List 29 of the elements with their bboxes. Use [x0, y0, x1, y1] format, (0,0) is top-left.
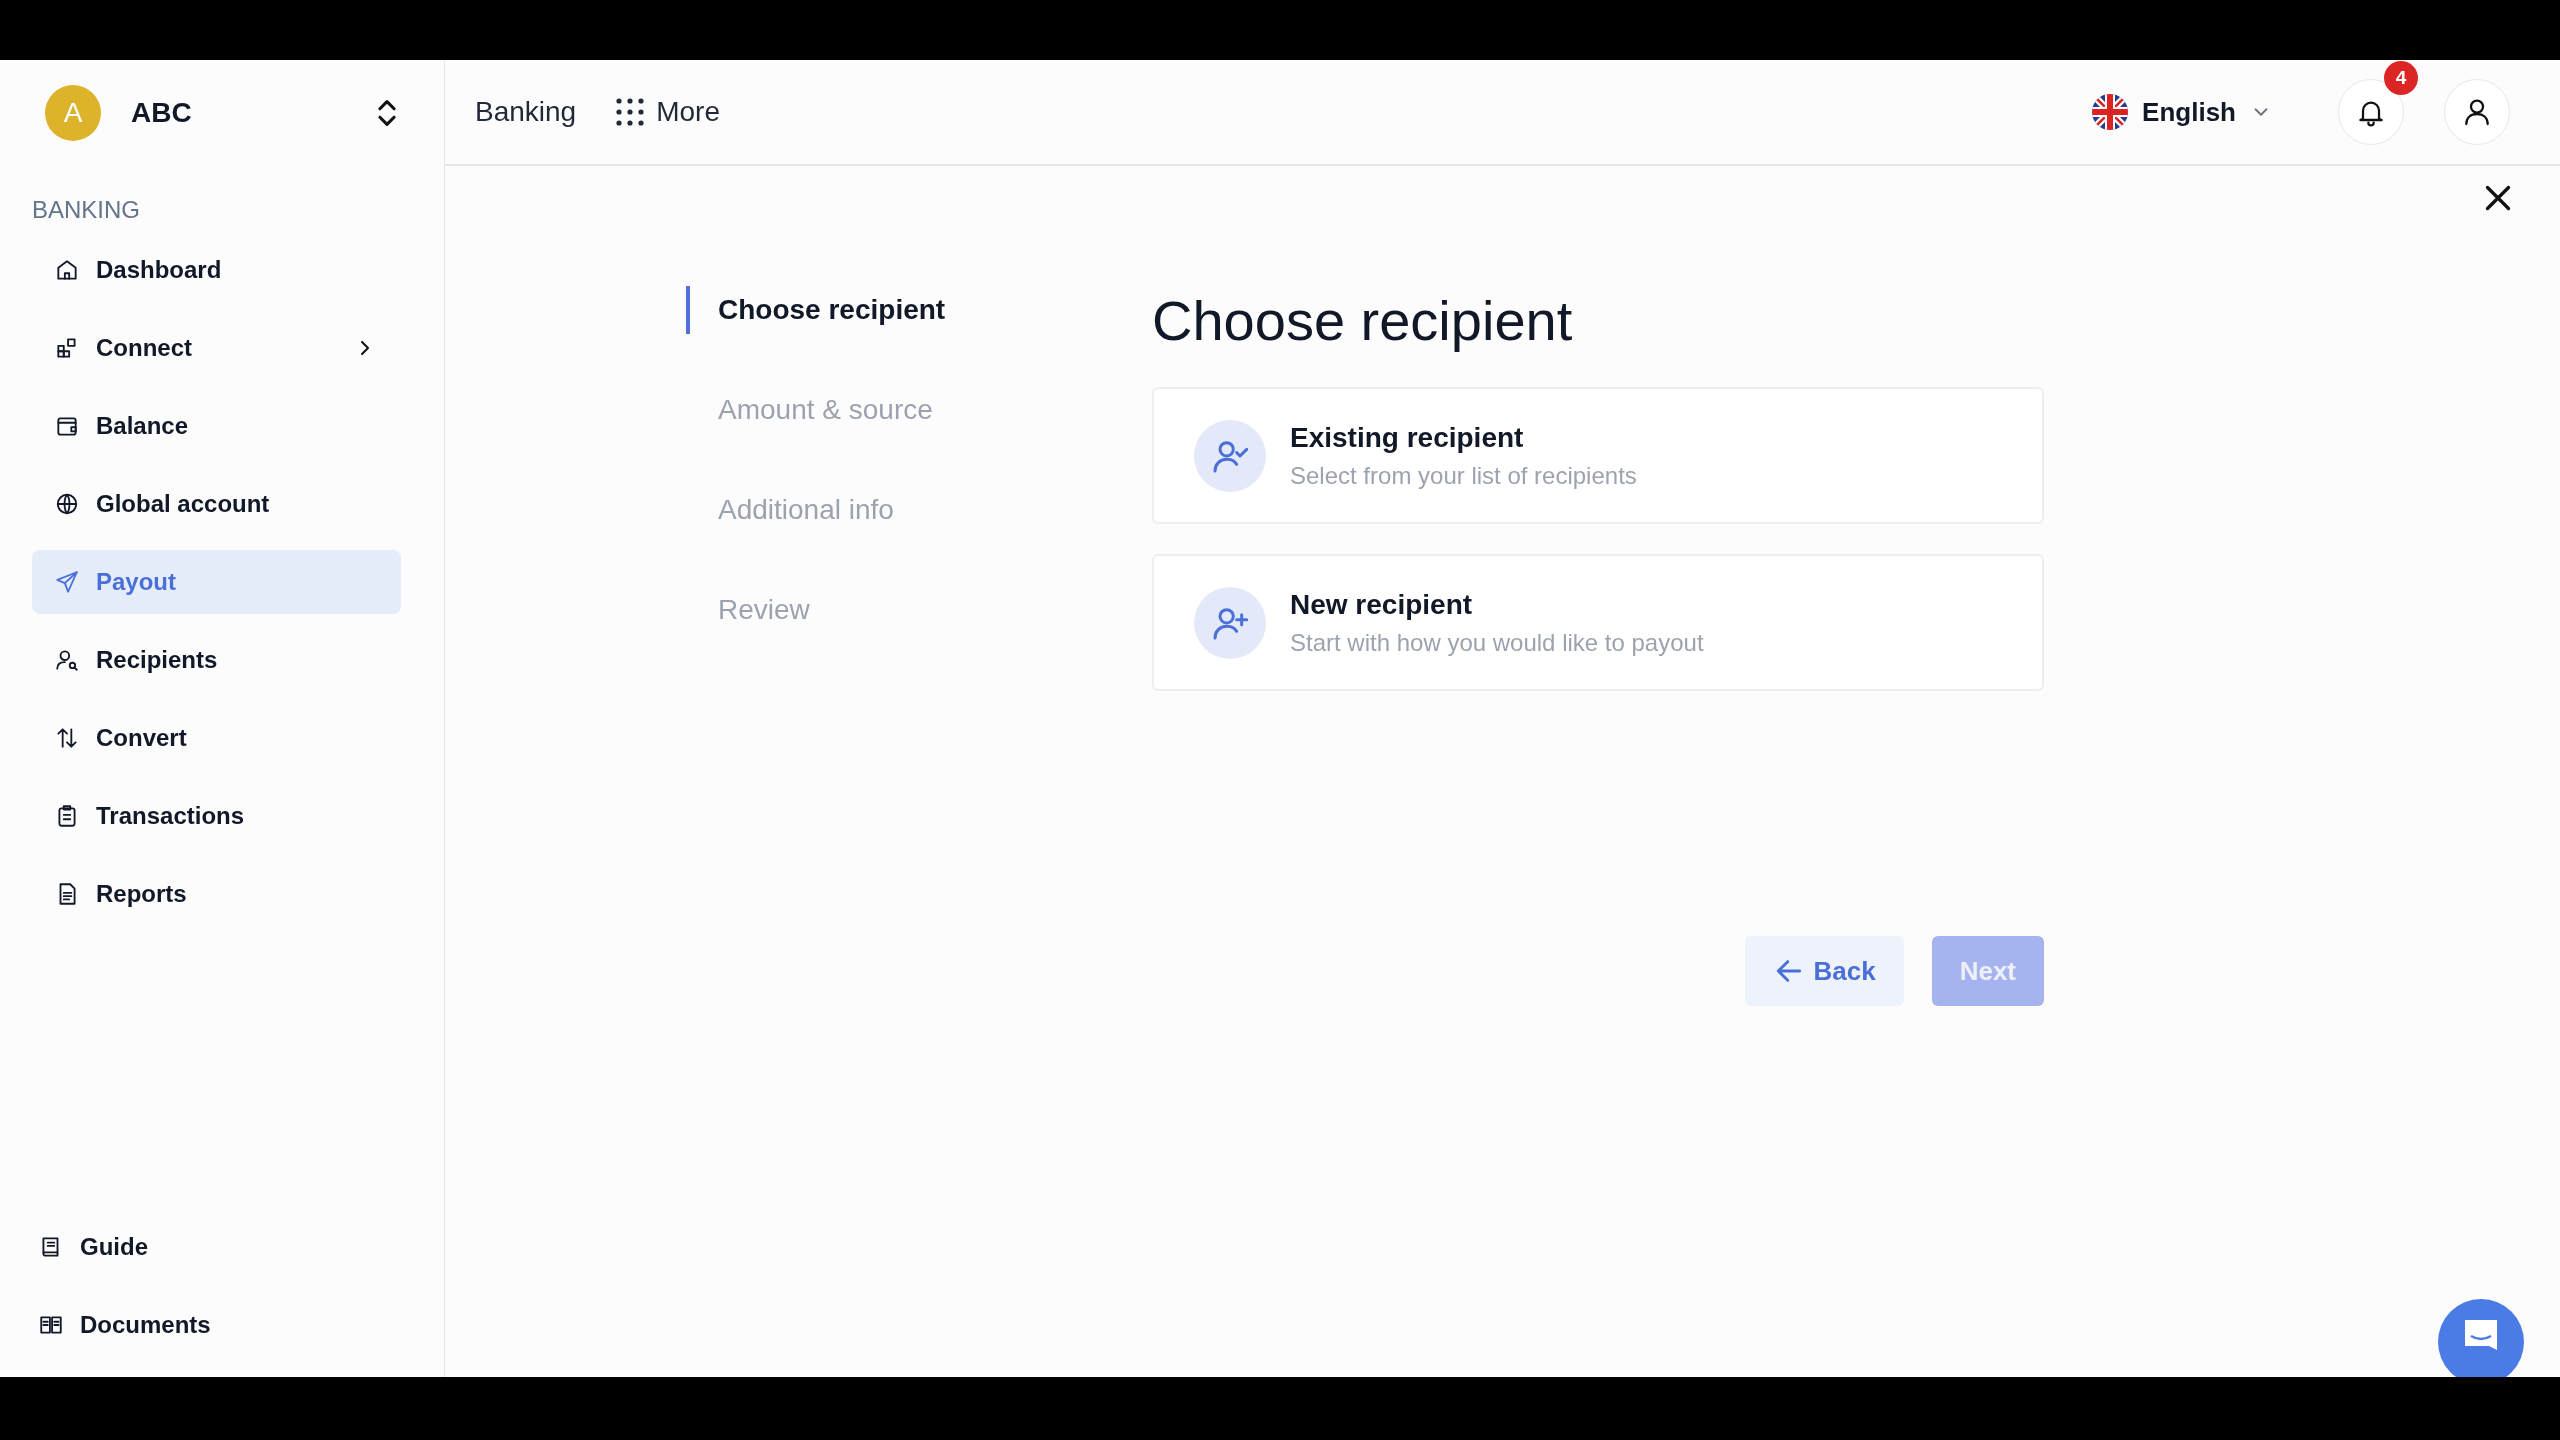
- flag-icon: [2092, 94, 2129, 130]
- sidebar-item[interactable]: Connect: [32, 316, 401, 380]
- sidebar-item[interactable]: Transactions: [32, 784, 401, 848]
- sidebar-item[interactable]: Recipients: [32, 628, 401, 692]
- grid-icon: [616, 98, 645, 126]
- send-icon: [54, 569, 80, 595]
- nav-link[interactable]: Banking: [475, 96, 577, 128]
- nav-link[interactable]: More: [616, 96, 720, 128]
- back-button[interactable]: Back: [1745, 936, 1904, 1006]
- sidebar-item[interactable]: Payout: [32, 550, 401, 614]
- sidebar-item[interactable]: Reports: [32, 862, 401, 926]
- sidebar-item[interactable]: Convert: [32, 706, 401, 770]
- sidebar-item[interactable]: Documents: [26, 1293, 444, 1357]
- notification-count: 4: [2384, 61, 2418, 95]
- language-selector[interactable]: English: [2086, 93, 2278, 131]
- page-title: Choose recipient: [1152, 288, 1574, 353]
- person-search-icon: [54, 647, 80, 673]
- org-name: ABC: [131, 97, 193, 129]
- sidebar-item[interactable]: Global account: [32, 472, 401, 536]
- sidebar-item[interactable]: Dashboard: [32, 238, 401, 302]
- option-card[interactable]: New recipient Start with how you would like to payout: [1152, 554, 2044, 691]
- option-card[interactable]: Existing recipient Select from your list of recipients: [1152, 387, 2044, 524]
- globe-icon: [54, 491, 80, 517]
- step-item[interactable]: Choose recipient: [686, 286, 1152, 334]
- org-avatar: A: [45, 85, 101, 141]
- sidebar-item[interactable]: Guide: [26, 1215, 444, 1279]
- arrows-up-down-icon: [54, 725, 80, 751]
- sidebar-item[interactable]: Balance: [32, 394, 401, 458]
- section-heading: BANKING: [32, 196, 142, 224]
